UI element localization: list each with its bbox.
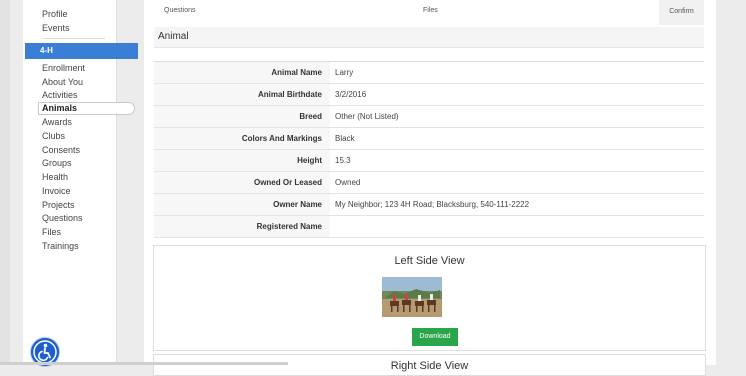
sidebar-item-groups[interactable]: Groups (42, 158, 72, 168)
download-button[interactable]: Download (412, 328, 458, 346)
sidebar-item-consents[interactable]: Consents (42, 145, 80, 155)
sidebar-item-events[interactable]: Events (42, 23, 70, 33)
sidebar-item-projects[interactable]: Projects (42, 200, 75, 210)
left-gutter (0, 0, 10, 365)
right-gutter (716, 0, 746, 365)
left-side-view-card: Left Side View Download (153, 245, 706, 351)
detail-label-animal-birthdate: Animal Birthdate (154, 84, 330, 105)
horse-photo[interactable] (382, 277, 442, 317)
detail-row: Height 15.3 (154, 150, 704, 172)
section-title: Animal (154, 27, 704, 48)
tab-confirm[interactable]: Confirm (659, 0, 704, 25)
sidebar-item-about-you[interactable]: About You (42, 77, 83, 87)
detail-value-colors-markings: Black (335, 134, 355, 143)
sidebar-item-questions[interactable]: Questions (42, 213, 83, 223)
detail-value-breed: Other (Not Listed) (335, 112, 399, 121)
detail-label-owner-name: Owner Name (154, 194, 330, 215)
main-content: Questions Files Confirm Animal Animal Na… (144, 0, 716, 376)
tab-bar: Questions Files Confirm (154, 0, 704, 25)
animal-details-table: Animal Name Larry Animal Birthdate 3/2/2… (154, 61, 704, 238)
detail-value-owner-name: My Neighbor; 123 4H Road; Blacksburg, 54… (335, 200, 530, 209)
sidebar-item-trainings[interactable]: Trainings (42, 241, 79, 251)
sidebar-item-clubs[interactable]: Clubs (42, 131, 65, 141)
detail-row: Registered Name (154, 216, 704, 238)
sidebar-item-invoice[interactable]: Invoice (42, 186, 71, 196)
detail-value-animal-birthdate: 3/2/2016 (335, 90, 367, 99)
sidebar-nav: Profile Events 4-H Enrollment About You … (23, 0, 138, 365)
sidebar-divider (42, 38, 105, 39)
detail-row: Colors And Markings Black (154, 128, 704, 150)
detail-row: Owned Or Leased Owned (154, 172, 704, 194)
sidebar-item-enrollment[interactable]: Enrollment (42, 63, 85, 73)
left-side-view-title: Left Side View (394, 255, 465, 267)
detail-label-height: Height (154, 150, 330, 171)
detail-row: Breed Other (Not Listed) (154, 106, 704, 128)
sidebar-item-awards[interactable]: Awards (42, 117, 72, 127)
detail-value-owned-leased: Owned (335, 178, 361, 187)
sidebar-item-activities[interactable]: Activities (42, 90, 78, 100)
detail-row: Owner Name My Neighbor; 123 4H Road; Bla… (154, 194, 704, 216)
right-side-view-card: Right Side View (153, 354, 706, 376)
detail-label-colors-markings: Colors And Markings (154, 128, 330, 149)
detail-value-animal-name: Larry (335, 68, 354, 77)
detail-label-registered-name: Registered Name (154, 216, 330, 237)
detail-row: Animal Birthdate 3/2/2016 (154, 84, 704, 106)
sidebar-section-4h[interactable]: 4-H (25, 43, 138, 59)
detail-label-owned-leased: Owned Or Leased (154, 172, 330, 193)
sidebar-item-animals[interactable]: Animals (42, 103, 77, 113)
detail-value-height: 15.3 (335, 156, 351, 165)
tab-questions[interactable]: Questions (164, 7, 196, 14)
detail-label-animal-name: Animal Name (154, 62, 330, 83)
tab-files[interactable]: Files (423, 7, 438, 14)
detail-row: Animal Name Larry (154, 62, 704, 84)
sidebar-item-health[interactable]: Health (42, 172, 68, 182)
sidebar-item-profile[interactable]: Profile (42, 9, 68, 19)
detail-label-breed: Breed (154, 106, 330, 127)
sidebar-item-files[interactable]: Files (42, 227, 61, 237)
